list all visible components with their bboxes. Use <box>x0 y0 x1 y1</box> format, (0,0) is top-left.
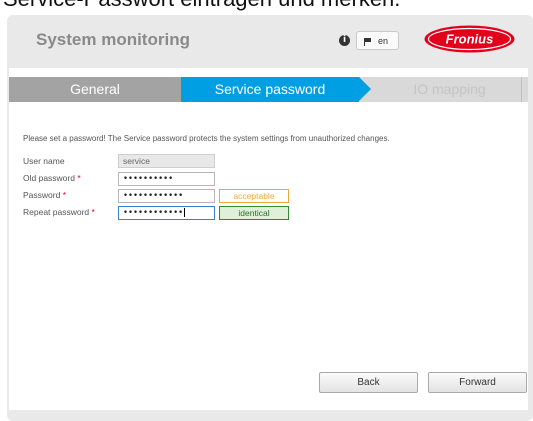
tab-io-mapping: IO mapping <box>371 77 528 102</box>
tab-divider <box>521 77 522 102</box>
username-field: service <box>118 154 215 168</box>
password-label: Password * <box>23 190 66 200</box>
window-title: System monitoring <box>36 30 190 49</box>
language-button[interactable]: en <box>356 31 399 50</box>
repeat-password-field[interactable]: •••••••••••• <box>118 206 215 220</box>
password-strength-badge: acceptable <box>219 189 289 203</box>
password-field[interactable]: •••••••••••• <box>118 189 215 203</box>
tab-service-password[interactable]: Service password <box>181 77 371 102</box>
back-button[interactable]: Back <box>319 372 418 393</box>
tab-io-mapping-label: IO mapping <box>413 81 486 97</box>
password-label-text: Password <box>23 190 61 200</box>
required-mark: * <box>62 190 67 200</box>
old-password-label: Old password * <box>23 173 81 183</box>
required-mark: * <box>91 207 95 217</box>
fronius-logo: Fronius <box>424 25 515 53</box>
old-password-label-text: Old password <box>23 173 75 183</box>
text-caret <box>184 208 186 217</box>
wizard-steps: General Service password IO mapping <box>9 77 528 102</box>
instruction-text: Please set a password! The Service passw… <box>23 134 390 143</box>
tab-general[interactable]: General <box>9 77 181 102</box>
repeat-password-value: •••••••••••• <box>123 208 184 218</box>
flag-icon <box>364 37 372 46</box>
forward-button[interactable]: Forward <box>428 372 527 393</box>
old-password-field[interactable]: •••••••••• <box>118 172 215 186</box>
repeat-password-label: Repeat password * <box>23 207 95 217</box>
username-label: User name <box>23 156 65 166</box>
info-icon[interactable]: i <box>339 35 350 46</box>
wizard-panel: General Service password IO mapping Plea… <box>9 68 528 410</box>
password-match-badge: identical <box>219 206 289 220</box>
required-mark: * <box>77 173 81 183</box>
repeat-password-label-text: Repeat password <box>23 207 90 217</box>
logo-wordmark: Fronius <box>446 32 494 47</box>
language-label: en <box>378 35 389 46</box>
page-caption: Service-Passwort eintragen und merken. <box>3 0 400 12</box>
